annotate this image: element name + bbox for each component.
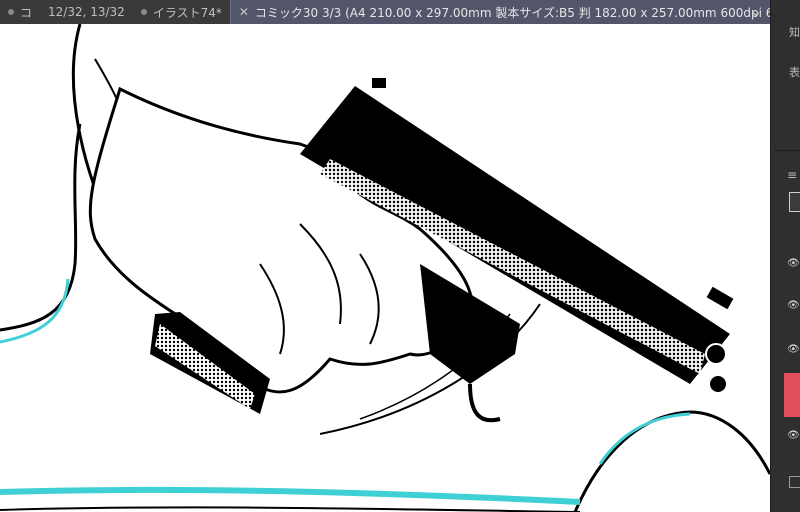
cyan-line-right <box>598 412 691 465</box>
close-icon[interactable]: ✕ <box>239 5 249 19</box>
drawing-canvas[interactable] <box>0 24 770 512</box>
tab-dot-icon <box>8 9 14 15</box>
body-curve <box>573 410 770 512</box>
panel-label-top: 知 <box>789 26 800 39</box>
tab-1[interactable]: コ <box>0 0 40 24</box>
cyan-line-left <box>0 278 70 344</box>
eye-icon[interactable]: 👁 <box>787 258 800 269</box>
tab-active-label: コミック30 3/3 (A4 210.00 x 297.00mm 製本サイズ:B… <box>254 5 800 20</box>
tab-active[interactable]: ✕ コミック30 3/3 (A4 210.00 x 297.00mm 製本サイズ… <box>229 0 800 24</box>
cyan-line-bottom <box>0 486 581 505</box>
eye-icon[interactable]: 👁 <box>787 344 800 355</box>
tab-1-label: コ <box>20 5 33 20</box>
tab-2[interactable]: 12/32, 13/32 <box>40 0 133 24</box>
gun-frame <box>420 264 520 384</box>
eye-icon[interactable]: 👁 <box>787 300 800 311</box>
tab-dot-icon <box>140 9 147 15</box>
chevron-down-icon[interactable]: ⌄ <box>742 0 770 24</box>
layer-thumbnail[interactable] <box>789 192 800 212</box>
checkbox-icon[interactable] <box>789 476 800 488</box>
shoulder-outline <box>0 123 82 332</box>
panel-divider <box>775 150 800 151</box>
hamburger-icon[interactable]: ≡ <box>787 168 797 182</box>
tab-2-label: 12/32, 13/32 <box>48 5 125 19</box>
eye-icon[interactable]: 👁 <box>787 430 800 441</box>
document-tab-bar: コ 12/32, 13/32 イラスト74* ✕ コミック30 3/3 (A4 … <box>0 0 800 24</box>
panel-label-second: 表 <box>789 66 800 79</box>
tab-3-label: イラスト74* <box>152 5 222 20</box>
selected-layer-highlight[interactable] <box>784 373 800 417</box>
tab-3[interactable]: イラスト74* <box>133 0 230 24</box>
right-side-panel: 知 表 ≡ 👁 👁 👁 👁 <box>770 0 800 512</box>
